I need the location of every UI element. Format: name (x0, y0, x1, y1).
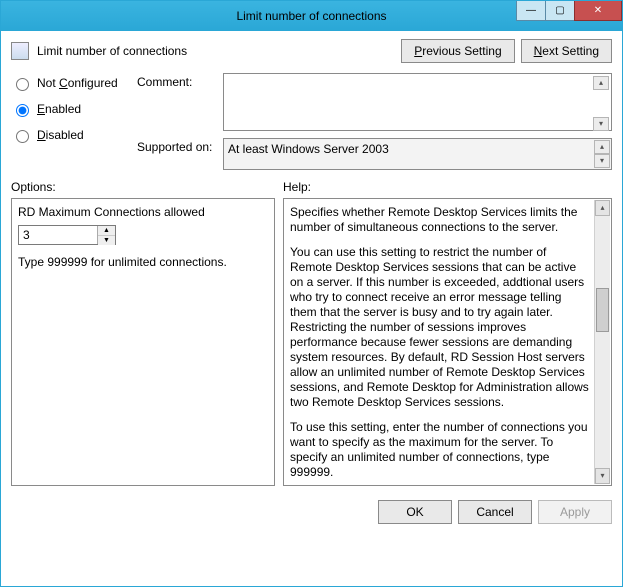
supported-on-label: Supported on: (137, 138, 217, 154)
max-connections-spinner[interactable]: ▲ ▼ (18, 225, 116, 245)
scroll-down-icon[interactable]: ▾ (594, 154, 610, 168)
radio-not-configured-input[interactable] (16, 78, 29, 91)
help-label: Help: (283, 180, 311, 194)
footer-buttons: OK Cancel Apply (1, 490, 622, 532)
apply-button[interactable]: Apply (538, 500, 612, 524)
radio-not-configured[interactable]: Not Configured (11, 75, 131, 91)
options-panel: RD Maximum Connections allowed ▲ ▼ Type … (11, 198, 275, 486)
max-connections-label: RD Maximum Connections allowed (18, 205, 268, 219)
previous-setting-button[interactable]: Previous Setting (401, 39, 514, 63)
next-setting-button[interactable]: Next Setting (521, 39, 612, 63)
spinner-buttons: ▲ ▼ (97, 226, 115, 244)
help-p1: Specifies whether Remote Desktop Service… (290, 205, 591, 235)
help-p2: You can use this setting to restrict the… (290, 245, 591, 410)
minimize-button[interactable]: — (516, 1, 546, 21)
help-scrollbar[interactable]: ▴ ▾ (594, 200, 610, 484)
nav-buttons: Previous Setting Next Setting (401, 39, 612, 63)
options-label: Options: (11, 180, 283, 194)
section-labels: Options: Help: (11, 180, 612, 194)
scroll-up-icon[interactable]: ▴ (594, 140, 610, 154)
help-panel: Specifies whether Remote Desktop Service… (283, 198, 612, 486)
title-bar: Limit number of connections — ▢ ✕ (1, 1, 622, 31)
comment-label: Comment: (137, 73, 217, 89)
supported-scrollbar[interactable]: ▴ ▾ (594, 140, 610, 168)
ok-button[interactable]: OK (378, 500, 452, 524)
radio-disabled-input[interactable] (16, 130, 29, 143)
policy-title: Limit number of connections (37, 44, 187, 58)
scroll-up-icon[interactable]: ▴ (593, 76, 609, 90)
config-grid: Not Configured Enabled Disabled Comment:… (11, 73, 612, 170)
spinner-up-icon[interactable]: ▲ (98, 226, 115, 236)
policy-icon (11, 42, 29, 60)
help-p3: To use this setting, enter the number of… (290, 420, 591, 480)
scroll-down-icon[interactable]: ▾ (595, 468, 610, 484)
maximize-button[interactable]: ▢ (545, 1, 575, 21)
supported-on-field: At least Windows Server 2003 ▴ ▾ (223, 138, 612, 170)
radio-disabled[interactable]: Disabled (11, 127, 131, 143)
help-text: Specifies whether Remote Desktop Service… (290, 205, 591, 486)
spinner-down-icon[interactable]: ▼ (98, 236, 115, 245)
radio-enabled-input[interactable] (16, 104, 29, 117)
app-icon (9, 8, 25, 24)
state-radio-group: Not Configured Enabled Disabled (11, 73, 131, 143)
options-hint: Type 999999 for unlimited connections. (18, 255, 268, 269)
close-button[interactable]: ✕ (574, 1, 622, 21)
window-controls: — ▢ ✕ (517, 1, 622, 31)
cancel-button[interactable]: Cancel (458, 500, 532, 524)
scroll-up-icon[interactable]: ▴ (595, 200, 610, 216)
radio-enabled[interactable]: Enabled (11, 101, 131, 117)
content-area: Limit number of connections Previous Set… (1, 31, 622, 490)
scroll-track[interactable] (595, 216, 610, 468)
comment-scrollbar[interactable]: ▴ ▾ (593, 76, 609, 131)
max-connections-input[interactable] (19, 226, 97, 244)
header-row: Limit number of connections Previous Set… (11, 39, 612, 63)
scroll-thumb[interactable] (596, 288, 609, 332)
scroll-down-icon[interactable]: ▾ (593, 117, 609, 131)
panels: RD Maximum Connections allowed ▲ ▼ Type … (11, 198, 612, 486)
comment-field[interactable] (223, 73, 612, 131)
supported-on-value: At least Windows Server 2003 (228, 142, 389, 156)
